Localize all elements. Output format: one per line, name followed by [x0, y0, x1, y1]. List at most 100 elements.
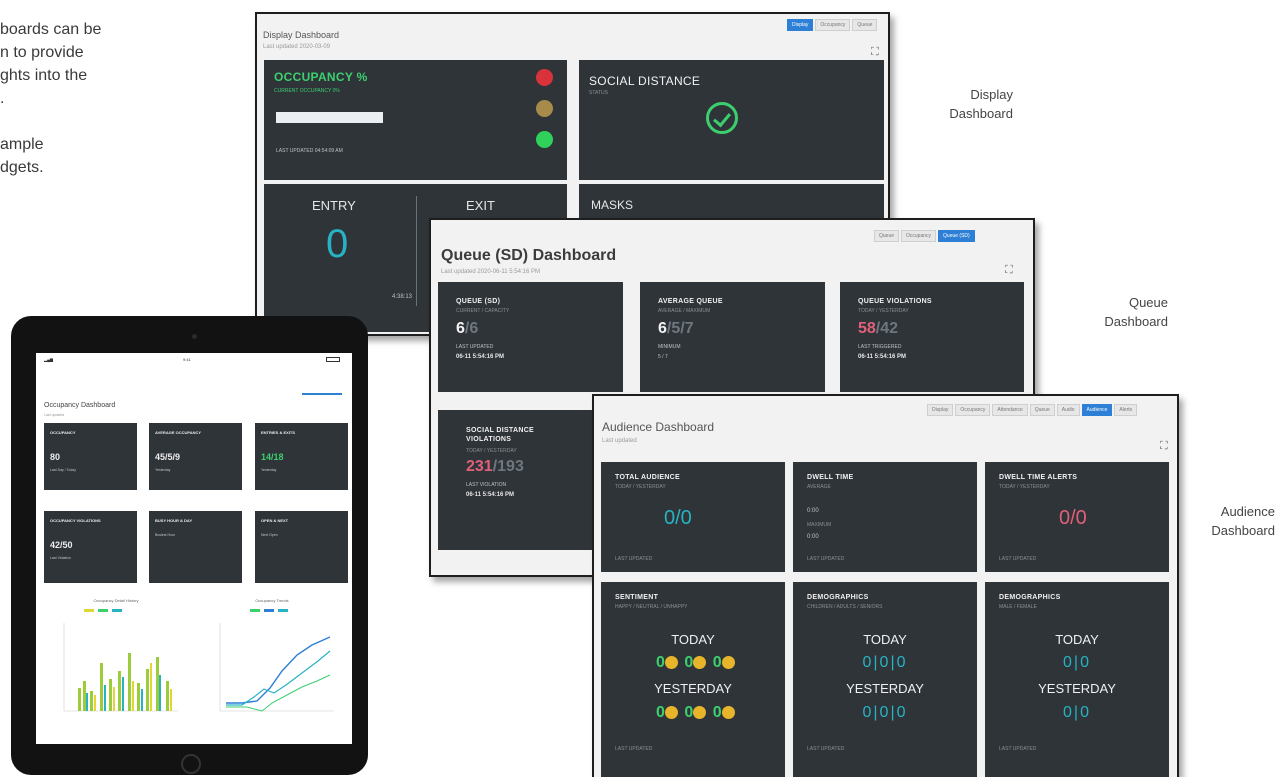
tab-occupancy[interactable]: Occupancy [901, 230, 937, 242]
card-meta-label: LAST UPDATED [456, 344, 494, 350]
card-subtitle: MALE / FEMALE [999, 604, 1037, 610]
signal-icon: ▂▄▆ [44, 357, 53, 362]
display-dashboard-label: Display Dashboard [949, 87, 1013, 121]
card-title: MASKS [591, 198, 634, 212]
card-meta: LAST UPDATED [807, 746, 845, 752]
demographics-gender-card: DEMOGRAPHICS MALE / FEMALE TODAY 0|0 YES… [985, 582, 1169, 777]
today-label: TODAY [863, 632, 907, 647]
card-meta-value: 06-11 5:54:16 PM [858, 354, 907, 360]
yesterday-demographics-value: 0|0|0 [862, 704, 908, 721]
tab-attendance[interactable]: Attendance [992, 404, 1028, 416]
card-meta-label: LAST VIOLATION [466, 482, 507, 488]
expand-icon[interactable]: ⛶ [1005, 264, 1013, 277]
neutral-emoji-icon [693, 656, 707, 670]
card-subtitle: TODAY / YESTERDAY [466, 448, 517, 454]
queue-violations-card: QUEUE VIOLATIONS TODAY / YESTERDAY 58/42… [840, 282, 1024, 392]
today-sentiment-values: 0 0 0 [656, 654, 737, 672]
unhappy-emoji-icon [721, 706, 735, 720]
tablet-bar-chart: Occupancy Detail History [46, 593, 186, 733]
tablet-average-occupancy-card: AVERAGE OCCUPANCY 45/5/9 Yesterday [149, 423, 242, 490]
tab-display[interactable]: Display [787, 19, 814, 31]
card-value: 0/0 [664, 507, 692, 529]
page-subtitle: Last updated 2020-03-09 [263, 44, 331, 50]
total-audience-card: TOTAL AUDIENCE TODAY / YESTERDAY 0/0 LAS… [601, 462, 785, 572]
intro-paragraph-2: ample dgets. [0, 136, 44, 176]
camera-icon [192, 334, 197, 339]
card-value: 6/5/7 [658, 320, 694, 337]
exit-label: EXIT [466, 198, 495, 213]
demographics-age-card: DEMOGRAPHICS CHILDREN / ADULTS / SENIORS… [793, 582, 977, 777]
tab-alerts[interactable]: Alerts [1114, 404, 1138, 416]
card-value: 231/193 [466, 458, 524, 475]
card-subtitle: HAPPY / NEUTRAL / UNHAPPY [615, 604, 688, 610]
exit-meta: 4:38:13 [392, 294, 413, 300]
expand-icon[interactable]: ⛶ [871, 46, 879, 59]
card-subtitle: TODAY / YESTERDAY [999, 484, 1050, 490]
sentiment-card: SENTIMENT HAPPY / NEUTRAL / UNHAPPY TODA… [601, 582, 785, 777]
card-title: SENTIMENT [615, 594, 659, 601]
tablet-occupancy-violations-card: OCCUPANCY VIOLATIONS 42/50 Last Violatio… [44, 511, 137, 583]
card-meta-label: LAST TRIGGERED [858, 344, 902, 350]
audience-dashboard-window: Audience Dashboard Last updated Display … [592, 394, 1179, 777]
tab-display[interactable]: Display [927, 404, 954, 416]
check-icon [706, 102, 738, 134]
dashboard-tabs: Display Occupancy Queue [787, 19, 878, 31]
green-light-icon [536, 131, 553, 148]
tab-occupancy[interactable]: Occupancy [955, 404, 991, 416]
today-label: TODAY [1055, 632, 1099, 647]
page-subtitle: Last updated [44, 413, 65, 417]
today-demographics-value: 0|0|0 [862, 654, 908, 671]
red-light-icon [536, 69, 553, 86]
yesterday-label: YESTERDAY [654, 681, 732, 696]
unhappy-emoji-icon [721, 656, 735, 670]
intro-paragraph-1: boards can be n to provide ghts into the… [0, 21, 102, 107]
tablet-open-next-card: OPEN & NEXT Next Open [255, 511, 348, 583]
card-subtitle: TODAY / YESTERDAY [858, 308, 909, 314]
tab-audio[interactable]: Audio [1056, 404, 1080, 416]
card-subtitle: CURRENT / CAPACITY [456, 308, 510, 314]
tab-audience[interactable]: Audience [1081, 404, 1113, 416]
tab-occupancy[interactable]: Occupancy [815, 19, 851, 31]
happy-emoji-icon [664, 656, 678, 670]
tablet-line-chart: Occupancy Trends [202, 593, 342, 733]
active-tab-indicator [302, 393, 342, 395]
tab-queue[interactable]: Queue [874, 230, 900, 242]
queue-dashboard-label: Queue Dashboard [1104, 295, 1168, 329]
page-title: Audience Dashboard [602, 420, 715, 434]
yesterday-gender-value: 0|0 [1063, 704, 1091, 721]
entry-value: 0 [326, 222, 349, 266]
card-meta: LAST UPDATED [615, 556, 653, 562]
bar-chart-graphic [63, 609, 178, 712]
dwell-average-value: 0:00 [807, 508, 819, 514]
card-title: DEMOGRAPHICS [807, 594, 869, 601]
amber-light-icon [536, 100, 553, 117]
dashboard-tabs: Queue Occupancy Queue (SD) [874, 230, 975, 242]
tablet-busy-hour-card: BUSY HOUR & DAY Busiest Hour [149, 511, 242, 583]
last-updated: LAST UPDATED 04:54:09 AM [276, 148, 343, 154]
expand-icon[interactable]: ⛶ [1160, 440, 1168, 453]
tab-queue[interactable]: Queue [852, 19, 878, 31]
card-value: 6/6 [456, 320, 479, 337]
card-subtitle: CHILDREN / ADULTS / SENIORS [807, 604, 883, 610]
card-title: TOTAL AUDIENCE [615, 474, 680, 481]
today-gender-value: 0|0 [1063, 654, 1091, 671]
tab-queue[interactable]: Queue [1029, 404, 1055, 416]
yesterday-label: YESTERDAY [846, 681, 924, 696]
social-distance-card: SOCIAL DISTANCE STATUS [579, 60, 884, 180]
dwell-maximum-value: 0:00 [807, 534, 819, 540]
card-value: 0/0 [1059, 507, 1087, 529]
card-title: QUEUE VIOLATIONS [858, 298, 932, 305]
card-subtitle: STATUS [589, 90, 608, 96]
tablet-screen: 9:41 ▂▄▆ Occupancy Dashboard Last update… [36, 353, 352, 744]
card-title: DWELL TIME ALERTS [999, 474, 1078, 481]
intro-text: boards can be n to provide ghts into the… [0, 18, 165, 202]
card-meta-value: 06-11 5:54:16 PM [456, 354, 505, 360]
card-meta-value: 06-11 5:54:16 PM [466, 492, 515, 498]
page-title: Display Dashboard [263, 30, 340, 40]
line-chart-graphic [219, 609, 334, 712]
entry-label: ENTRY [312, 198, 356, 213]
home-button[interactable] [181, 754, 201, 774]
divider [416, 196, 417, 306]
tab-queue-sd[interactable]: Queue (SD) [938, 230, 975, 242]
page-subtitle: Last updated [602, 438, 637, 444]
